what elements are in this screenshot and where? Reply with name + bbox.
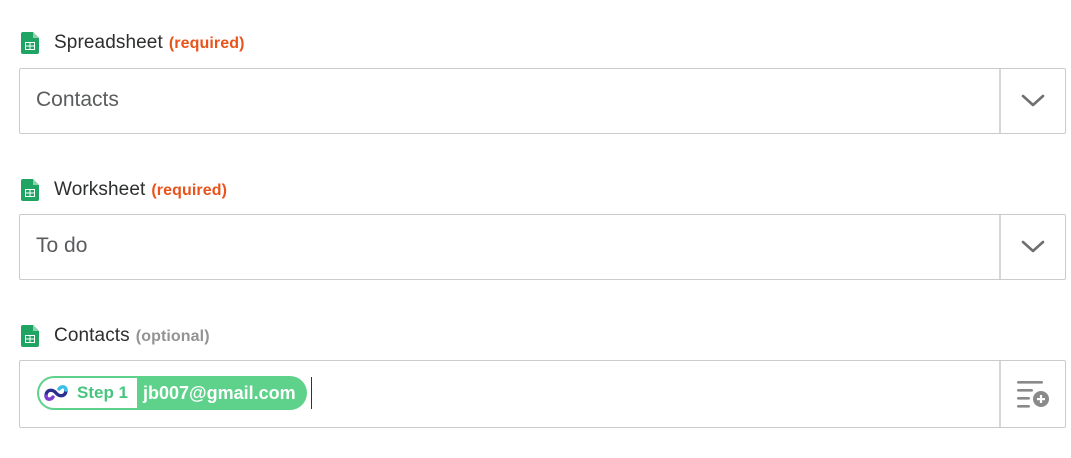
- worksheet-dropdown-toggle[interactable]: [999, 215, 1065, 279]
- google-sheets-icon: [21, 325, 39, 347]
- google-sheets-icon: [21, 32, 39, 54]
- required-tag: (required): [151, 182, 228, 199]
- chevron-down-icon: [1021, 240, 1045, 253]
- worksheet-dropdown[interactable]: To do: [19, 214, 1066, 280]
- spreadsheet-selected-value: Contacts: [36, 88, 119, 111]
- pill-step-section: Step 1: [39, 378, 138, 408]
- insert-data-button[interactable]: [999, 361, 1065, 427]
- pill-value: jb007@gmail.com: [143, 382, 296, 403]
- worksheet-label-row: Worksheet (required): [19, 178, 1066, 204]
- text-cursor: [311, 377, 312, 409]
- worksheet-field: Worksheet (required) To do: [19, 178, 1066, 282]
- optional-tag: (optional): [135, 328, 210, 345]
- spreadsheet-label: Spreadsheet (required): [54, 32, 245, 53]
- contacts-label: Contacts (optional): [54, 325, 210, 346]
- chevron-down-icon: [1021, 94, 1045, 107]
- required-tag: (required): [168, 35, 245, 52]
- contacts-label-row: Contacts (optional): [19, 324, 1066, 350]
- google-sheets-icon: [21, 179, 39, 201]
- worksheet-label: Worksheet (required): [54, 179, 228, 200]
- insert-data-icon: [1017, 381, 1049, 408]
- contacts-input[interactable]: Step 1 jb007@gmail.com: [19, 360, 1066, 428]
- worksheet-selected-value: To do: [36, 234, 88, 257]
- spreadsheet-label-row: Spreadsheet (required): [19, 31, 1066, 57]
- contacts-field: Contacts (optional) Step 1 jb007@gmail.co…: [19, 324, 1066, 430]
- mapped-field-pill[interactable]: Step 1 jb007@gmail.com: [37, 376, 307, 410]
- spreadsheet-dropdown[interactable]: Contacts: [19, 68, 1066, 134]
- spreadsheet-dropdown-toggle[interactable]: [999, 69, 1065, 133]
- step-app-logo-icon: [44, 385, 68, 401]
- pill-step-label: Step 1: [77, 383, 129, 402]
- spreadsheet-field: Spreadsheet (required) Contacts: [19, 31, 1066, 135]
